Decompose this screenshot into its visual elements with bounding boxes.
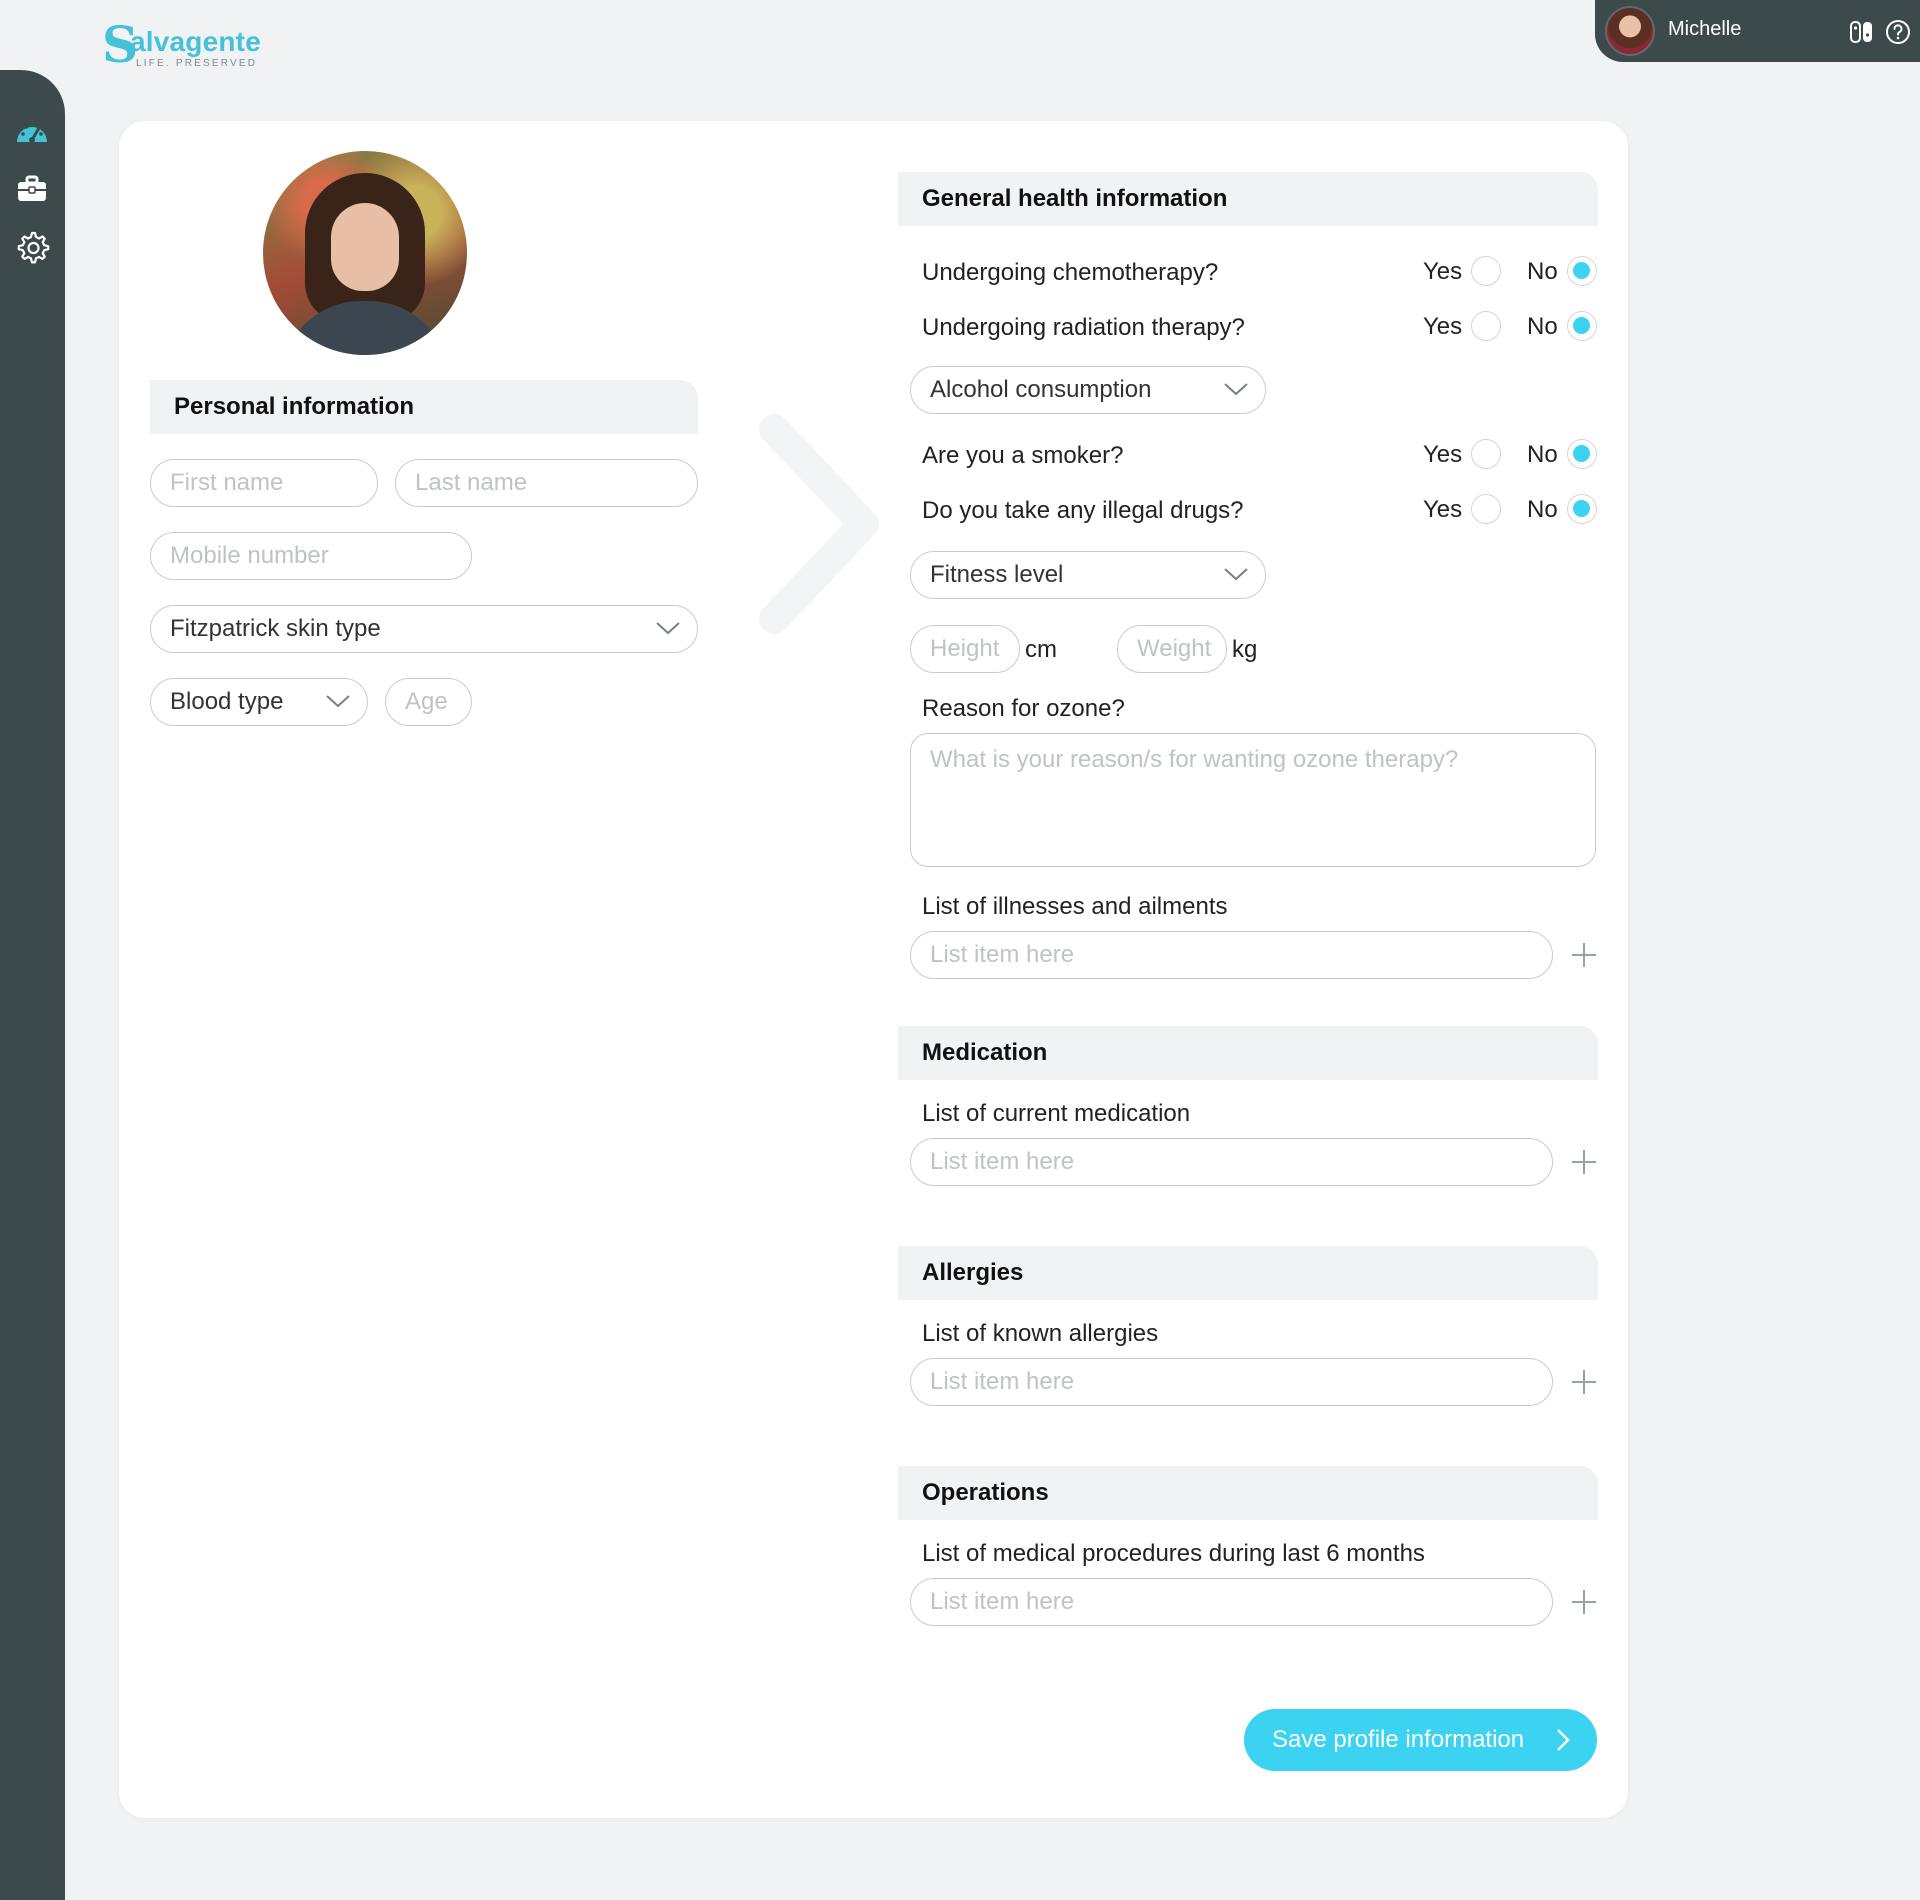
allergies-input[interactable]: [910, 1358, 1553, 1406]
question-illegal-drugs: Do you take any illegal drugs?: [922, 497, 1244, 524]
chemotherapy-yes-label: Yes: [1423, 258, 1463, 285]
save-profile-button[interactable]: Save profile information: [1244, 1709, 1597, 1771]
smoker-no-radio[interactable]: [1567, 439, 1597, 469]
age-input[interactable]: [385, 678, 472, 726]
user-avatar[interactable]: [1605, 6, 1655, 56]
smoker-no-label: No: [1527, 441, 1558, 468]
radiation-yes-radio[interactable]: [1471, 311, 1501, 341]
radiation-no-label: No: [1527, 313, 1558, 340]
add-medication-plus-icon[interactable]: [1570, 1148, 1598, 1176]
first-name-input[interactable]: [150, 459, 378, 507]
operations-input[interactable]: [910, 1578, 1553, 1626]
medication-header: Medication: [898, 1026, 1598, 1080]
add-operation-plus-icon[interactable]: [1570, 1588, 1598, 1616]
sidebar: [0, 70, 65, 1900]
height-input[interactable]: [910, 625, 1020, 673]
chevron-down-icon: [1224, 568, 1248, 581]
weight-input[interactable]: [1117, 625, 1227, 673]
last-name-input[interactable]: [395, 459, 698, 507]
logo-tagline: LIFE. PRESERVED: [136, 58, 258, 69]
illnesses-label: List of illnesses and ailments: [922, 893, 1228, 920]
gear-icon[interactable]: [12, 228, 52, 268]
operations-label: List of medical procedures during last 6…: [922, 1540, 1425, 1567]
user-bar: Michelle: [1595, 0, 1920, 62]
chemotherapy-yes-radio[interactable]: [1471, 256, 1501, 286]
drugs-no-radio[interactable]: [1567, 494, 1597, 524]
blood-type-select[interactable]: Blood type: [150, 678, 368, 726]
question-smoker: Are you a smoker?: [922, 442, 1124, 469]
weight-unit: kg: [1232, 636, 1258, 663]
user-name[interactable]: Michelle: [1668, 18, 1741, 41]
profile-photo[interactable]: [263, 151, 467, 355]
chevron-down-icon: [326, 695, 350, 708]
smoker-yes-radio[interactable]: [1471, 439, 1501, 469]
chevron-down-icon: [656, 622, 680, 635]
smoker-yes-label: Yes: [1423, 441, 1463, 468]
radiation-no-radio[interactable]: [1567, 311, 1597, 341]
switch-panel-icon[interactable]: [1849, 19, 1875, 45]
fitness-level-select[interactable]: Fitness level: [910, 551, 1266, 599]
question-chemotherapy: Undergoing chemotherapy?: [922, 259, 1219, 286]
question-radiation: Undergoing radiation therapy?: [922, 314, 1245, 341]
allergies-header: Allergies: [898, 1246, 1598, 1300]
section-divider-arrow-icon: [759, 414, 879, 634]
illnesses-input[interactable]: [910, 931, 1553, 979]
height-unit: cm: [1025, 636, 1057, 663]
reason-placeholder: What is your reason/s for wanting ozone …: [930, 746, 1459, 773]
chemotherapy-no-label: No: [1527, 258, 1558, 285]
briefcase-icon[interactable]: [12, 169, 52, 209]
radiation-yes-label: Yes: [1423, 313, 1463, 340]
reason-label: Reason for ozone?: [922, 695, 1125, 722]
add-illness-plus-icon[interactable]: [1570, 941, 1598, 969]
dashboard-gauge-icon[interactable]: [12, 111, 52, 151]
reason-textarea[interactable]: What is your reason/s for wanting ozone …: [910, 733, 1596, 867]
alcohol-consumption-value: Alcohol consumption: [930, 376, 1152, 403]
save-profile-label: Save profile information: [1272, 1726, 1525, 1753]
mobile-number-input[interactable]: [150, 532, 472, 580]
skin-type-select[interactable]: Fitzpatrick skin type: [150, 605, 698, 653]
help-icon[interactable]: [1885, 19, 1911, 45]
drugs-yes-label: Yes: [1423, 496, 1463, 523]
blood-type-value: Blood type: [170, 688, 284, 715]
chemotherapy-no-radio[interactable]: [1567, 256, 1597, 286]
add-allergy-plus-icon[interactable]: [1570, 1368, 1598, 1396]
allergies-label: List of known allergies: [922, 1320, 1159, 1347]
brand-logo[interactable]: S alvagente LIFE. PRESERVED: [102, 20, 262, 70]
profile-card: Personal information Fitzpatrick skin ty…: [119, 121, 1628, 1818]
chevron-right-icon: [1557, 1729, 1570, 1751]
personal-info-header: Personal information: [150, 380, 698, 434]
chevron-down-icon: [1224, 383, 1248, 396]
logo-wordmark: alvagente: [130, 26, 261, 57]
medication-input[interactable]: [910, 1138, 1553, 1186]
skin-type-value: Fitzpatrick skin type: [170, 615, 381, 642]
drugs-yes-radio[interactable]: [1471, 494, 1501, 524]
medication-label: List of current medication: [922, 1100, 1191, 1127]
operations-header: Operations: [898, 1466, 1598, 1520]
drugs-no-label: No: [1527, 496, 1558, 523]
general-health-header: General health information: [898, 172, 1598, 226]
fitness-level-value: Fitness level: [930, 561, 1064, 588]
alcohol-consumption-select[interactable]: Alcohol consumption: [910, 366, 1266, 414]
